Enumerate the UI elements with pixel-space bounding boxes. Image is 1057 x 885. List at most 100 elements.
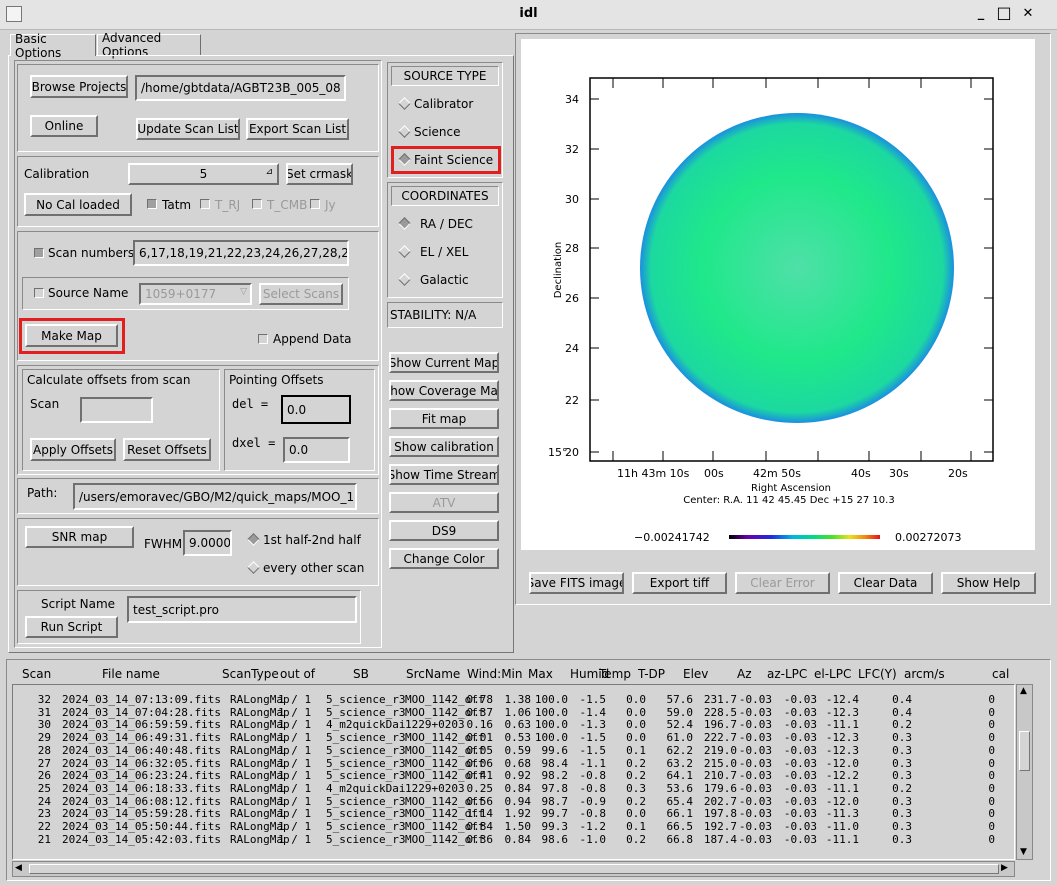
table-cell: 231.7 (703, 693, 737, 706)
table-cell: 5_science_r3 (326, 731, 406, 745)
xtick-label: 42m 50s (753, 467, 801, 480)
show-help-button[interactable]: Show Help (941, 572, 1036, 594)
jy-label: Jy (325, 198, 336, 212)
table-cell: -0.03 (738, 756, 772, 770)
table-cell: 98.7 (541, 794, 569, 808)
browse-projects-button[interactable]: Browse Projects (30, 75, 128, 98)
table-cell: 0 (988, 693, 995, 706)
table-row[interactable]: 26 2024_03_14_06:23:24.fits RALongMap 1 / 1… (23, 769, 1014, 782)
make-map-button[interactable]: Make Map (25, 324, 118, 347)
change-color-button[interactable]: Change Color (389, 548, 499, 569)
export-tiff-button[interactable]: Export tiff (632, 572, 727, 594)
show-coverage-map-button[interactable]: Show Coverage Map (389, 380, 499, 401)
export-scan-list-button[interactable]: Export Scan List (246, 118, 349, 140)
table-cell: 5_science_r3 (326, 705, 406, 719)
table-row[interactable]: 28 2024_03_14_06:40:48.fits RALongMap 1 / 1… (23, 743, 1014, 757)
del-input[interactable]: 0.0 (281, 395, 351, 424)
tatm-label: Tatm (162, 198, 192, 212)
tab-advanced-options[interactable]: Advanced Options (97, 31, 201, 59)
tatm-checkbox[interactable] (147, 199, 157, 209)
source-name-select[interactable]: 1059+0177 ▽ (139, 283, 252, 305)
table-cell: 0 (988, 781, 995, 795)
script-name-input[interactable]: test_script.pro (127, 596, 357, 623)
horizontal-scrollbar[interactable]: ◀ ▶ (12, 861, 1015, 877)
fwhm-input[interactable]: 9.0000 (183, 530, 232, 556)
table-row[interactable]: 22 2024_03_14_05:50:44.fits RALongMap 1 / 1… (23, 820, 1014, 833)
hscrollbar-thumb[interactable] (29, 864, 999, 874)
table-cell: 5_science_r3 (326, 693, 406, 706)
fit-map-button[interactable]: Fit map (389, 408, 499, 429)
source-name-checkbox[interactable] (34, 288, 44, 298)
faint-science-label: Faint Science (414, 153, 494, 167)
scroll-left-icon[interactable]: ◀ (15, 863, 22, 873)
online-button[interactable]: Online (30, 115, 98, 137)
table-row[interactable]: 32 2024_03_14_07:13:09.fits RALongMap 1 / 1… (23, 693, 1014, 706)
table-row[interactable]: 23 2024_03_14_05:59:28.fits RALongMap 1 / 1… (23, 807, 1014, 821)
jy-checkbox[interactable] (310, 199, 320, 209)
table-cell: -0.03 (783, 693, 817, 706)
scroll-down-icon[interactable]: ▼ (1020, 847, 1027, 857)
snr-map-button[interactable]: SNR map (25, 526, 134, 548)
table-cell: 99.7 (541, 807, 569, 821)
scan-numbers-input[interactable]: 6,17,18,19,21,22,23,24,26,27,28,29 (133, 240, 349, 266)
run-script-button[interactable]: Run Script (25, 616, 118, 638)
scan-numbers-checkbox[interactable] (34, 248, 44, 258)
table-cell: -0.03 (738, 807, 772, 821)
path-input[interactable]: /users/emoravec/GBO/M2/quick_maps/MOO_11… (73, 483, 357, 510)
save-fits-button[interactable]: Save FITS image (529, 572, 624, 594)
tcmb-checkbox[interactable] (252, 199, 262, 209)
show-time-stream-button[interactable]: Show Time Stream (389, 464, 499, 485)
table-row[interactable]: 24 2024_03_14_06:08:12.fits RALongMap 1 / 1… (23, 794, 1014, 808)
table-row[interactable]: 31 2024_03_14_07:04:28.fits RALongMap 1 / 1… (23, 705, 1014, 719)
map-coverage-blob (640, 113, 954, 423)
show-calibration-button[interactable]: Show calibration (389, 436, 499, 457)
scroll-right-icon[interactable]: ▶ (1001, 863, 1008, 873)
table-cell: 66.1 (666, 807, 694, 821)
table-cell: 1.38 (504, 693, 532, 706)
vertical-scrollbar[interactable]: ▲ ▼ (1016, 684, 1033, 860)
table-row[interactable]: 21 2024_03_14_05:42:03.fits RALongMap 1 / 1… (23, 833, 1014, 846)
ds9-button[interactable]: DS9 (389, 520, 499, 541)
close-icon[interactable]: ✕ (1019, 5, 1037, 23)
map-display[interactable]: 34 32 30 28 26 24 22 20 15° 11h 43m 10s … (521, 39, 1035, 550)
clear-data-button[interactable]: Clear Data (838, 572, 933, 594)
calibration-select[interactable]: 5 ⊿ (128, 163, 279, 185)
set-crmask-button[interactable]: Set crmask (286, 163, 353, 185)
table-cell: 0.0 (626, 731, 646, 745)
tab-basic-options[interactable]: Basic Options (10, 32, 96, 60)
column-header: az-LPC (767, 667, 808, 681)
no-cal-loaded-button[interactable]: No Cal loaded (24, 193, 132, 216)
table-cell: 2024_03_14_06:40:48.fits (62, 743, 221, 757)
scan-table-list[interactable]: 32 2024_03_14_07:13:09.fits RALongMap 1 / 1… (12, 684, 1015, 860)
dxel-input[interactable]: 0.0 (283, 437, 350, 463)
pointing-offsets-title: Pointing Offsets (229, 373, 324, 387)
table-cell: -0.9 (579, 794, 607, 808)
table-row[interactable]: 27 2024_03_14_06:32:05.fits RALongMap 1 / 1… (23, 756, 1014, 770)
table-cell: -11.0 (825, 820, 859, 833)
scroll-up-icon[interactable]: ▲ (1020, 686, 1027, 696)
calc-offsets-title: Calculate offsets from scan (27, 373, 191, 387)
table-row[interactable]: 29 2024_03_14_06:49:31.fits RALongMap 1 / 1… (23, 731, 1014, 745)
table-cell: 28 (37, 743, 51, 757)
append-data-checkbox[interactable] (258, 334, 268, 344)
table-cell: 0.84 (504, 781, 532, 795)
project-path-field[interactable]: /home/gbtdata/AGBT23B_005_08 (135, 75, 346, 101)
update-scan-list-button[interactable]: Update Scan List (136, 118, 240, 140)
clear-error-button[interactable]: Clear Error (735, 572, 830, 594)
apply-offsets-button[interactable]: Apply Offsets (30, 438, 116, 461)
select-scans-button[interactable]: Select Scans (259, 283, 343, 305)
table-row[interactable]: 25 2024_03_14_06:18:33.fits RALongMap 1 / 1… (23, 781, 1014, 795)
calibration-label: Calibration (24, 167, 90, 181)
offset-scan-input[interactable] (80, 397, 153, 423)
show-current-map-button[interactable]: Show Current Map (389, 352, 499, 373)
table-row[interactable]: 30 2024_03_14_06:59:59.fits RALongMap 1 / 1… (23, 718, 1014, 731)
minimize-icon[interactable]: _ (972, 5, 990, 23)
scrollbar-thumb[interactable] (1019, 731, 1030, 771)
trj-checkbox[interactable] (200, 199, 210, 209)
table-cell: 0 (988, 705, 995, 719)
table-cell: -12.3 (825, 743, 859, 757)
maximize-icon[interactable]: □ (995, 5, 1013, 23)
table-cell: 0.53 (504, 731, 532, 745)
reset-offsets-button[interactable]: Reset Offsets (123, 438, 211, 461)
atv-button[interactable]: ATV (389, 492, 499, 513)
